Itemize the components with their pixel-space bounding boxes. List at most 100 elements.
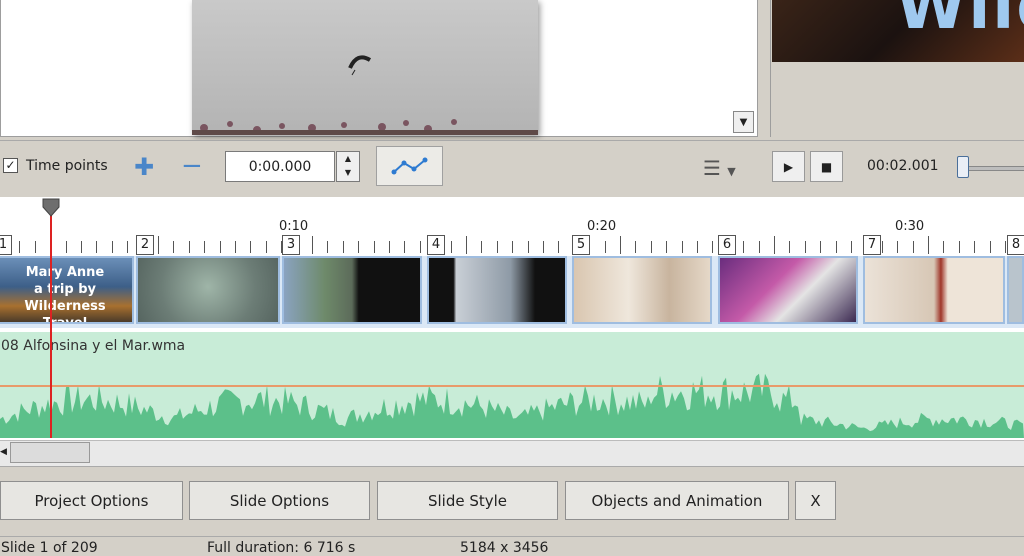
- time-points-checkbox[interactable]: ✓: [3, 158, 18, 173]
- playhead-line[interactable]: [50, 205, 52, 438]
- slide-thumbnail-1[interactable]: Mary Anne a trip by Wilderness Travel: [0, 256, 134, 324]
- seek-slider-handle[interactable]: [957, 156, 969, 178]
- ruler-tick: [235, 241, 236, 253]
- waveform-shape: [0, 373, 1024, 438]
- play-button[interactable]: ▶: [772, 151, 805, 182]
- ruler-tick: [158, 236, 159, 254]
- time-spin-buttons[interactable]: ▲ ▼: [336, 151, 360, 182]
- ruler-tick: [774, 236, 775, 254]
- slide-number-6: 6: [718, 235, 736, 255]
- ruler-tick: [451, 241, 452, 253]
- ruler-tick: [66, 241, 67, 253]
- slide-thumbnail-6[interactable]: [718, 256, 858, 324]
- slide-number-7: 7: [863, 235, 881, 255]
- ruler-tick: [327, 241, 328, 253]
- ruler-tick: [805, 241, 806, 253]
- ruler-tick: [543, 241, 544, 253]
- ruler-tick: [374, 241, 375, 253]
- slide-thumbnail-7[interactable]: [863, 256, 1005, 324]
- menu-dropdown-icon[interactable]: ☰ ▼: [703, 156, 736, 180]
- ruler-tick: [836, 241, 837, 253]
- timeline-scroll-thumb[interactable]: [10, 442, 90, 463]
- add-time-point-icon[interactable]: ✚: [134, 155, 154, 179]
- ruler-tick: [81, 241, 82, 253]
- ruler-tick: [189, 241, 190, 253]
- ruler-tick: [497, 241, 498, 253]
- ruler-tick: [605, 241, 606, 253]
- time-points-label: Time points: [26, 158, 108, 174]
- slide-options-button[interactable]: Slide Options: [189, 481, 370, 520]
- ruler-tick: [204, 241, 205, 253]
- timeline-scrollbar[interactable]: [0, 440, 1024, 466]
- slide-number-4: 4: [427, 235, 445, 255]
- ruler-tick: [959, 241, 960, 253]
- ruler-tick: [882, 241, 883, 253]
- ruler-tick: [789, 241, 790, 253]
- slide1-line3: Wilderness Travel: [24, 299, 106, 324]
- ruler-tick: [220, 241, 221, 253]
- ruler-label-30: 0:30: [895, 219, 925, 234]
- ruler-tick: [820, 241, 821, 253]
- curve-graph-button[interactable]: [376, 146, 443, 186]
- ruler-tick: [635, 241, 636, 253]
- objects-and-animation-button[interactable]: Objects and Animation: [565, 481, 789, 520]
- ruler-tick: [851, 241, 852, 253]
- ruler-tick: [389, 241, 390, 253]
- ruler-tick: [990, 241, 991, 253]
- slide-style-button[interactable]: Slide Style: [377, 481, 558, 520]
- ruler-tick: [512, 241, 513, 253]
- ruler-tick: [404, 241, 405, 253]
- ruler-tick: [558, 241, 559, 253]
- ruler-tick: [1005, 241, 1006, 253]
- ruler-tick: [743, 241, 744, 253]
- playback-time-readout: 00:02.001: [867, 158, 939, 174]
- ruler-tick: [112, 241, 113, 253]
- ruler-tick: [96, 241, 97, 253]
- slide-number-8: 8: [1007, 235, 1024, 255]
- slide-number-2: 2: [136, 235, 154, 255]
- stop-button[interactable]: ■: [810, 151, 843, 182]
- slide1-line2: a trip by: [34, 282, 96, 297]
- slide-thumbnail-5[interactable]: [572, 256, 712, 324]
- audio-filename: 08 Alfonsina y el Mar.wma: [1, 338, 186, 354]
- ruler-tick: [943, 241, 944, 253]
- slide-number-1: 1: [0, 235, 12, 255]
- playhead-handle-icon[interactable]: [40, 197, 62, 219]
- slide-thumbnail-4[interactable]: [427, 256, 567, 324]
- ruler-tick: [620, 236, 621, 254]
- scroll-left-icon[interactable]: ◀: [0, 442, 10, 463]
- audio-volume-line[interactable]: [0, 385, 1024, 387]
- ruler-tick: [19, 241, 20, 253]
- ruler-tick: [528, 241, 529, 253]
- kite-photo: [192, 55, 538, 135]
- ruler-tick: [312, 236, 313, 254]
- time-point-input[interactable]: 0:00.000: [225, 151, 335, 182]
- slide-thumbnail-2[interactable]: [136, 256, 280, 324]
- ruler-tick: [466, 236, 467, 254]
- ruler-tick: [666, 241, 667, 253]
- ruler-tick: [897, 241, 898, 253]
- close-panel-button[interactable]: X: [795, 481, 836, 520]
- ruler-tick: [481, 241, 482, 253]
- ruler-tick: [651, 241, 652, 253]
- slide-thumbnail-3[interactable]: [282, 256, 422, 324]
- preview-scroll-down-button[interactable]: ▼: [733, 111, 754, 133]
- ruler-tick: [928, 236, 929, 254]
- slide-number-5: 5: [572, 235, 590, 255]
- project-options-button[interactable]: Project Options: [0, 481, 183, 520]
- output-preview-image: Wild: [772, 0, 1024, 62]
- ruler-tick: [974, 241, 975, 253]
- preview-title-text: Wild: [895, 0, 1024, 44]
- ruler-tick: [913, 241, 914, 253]
- ruler-tick: [712, 241, 713, 253]
- ruler-tick: [343, 241, 344, 253]
- remove-time-point-icon[interactable]: −: [181, 152, 203, 180]
- slide1-line1: Mary Anne: [25, 265, 105, 280]
- slide-preview-image: [192, 0, 538, 135]
- curve-icon: [391, 157, 427, 175]
- ruler-tick: [173, 241, 174, 253]
- ruler-label-10: 0:10: [279, 219, 309, 234]
- ruler-tick: [35, 241, 36, 253]
- slide-thumbnail-8[interactable]: [1007, 256, 1024, 324]
- slide-number-3: 3: [282, 235, 300, 255]
